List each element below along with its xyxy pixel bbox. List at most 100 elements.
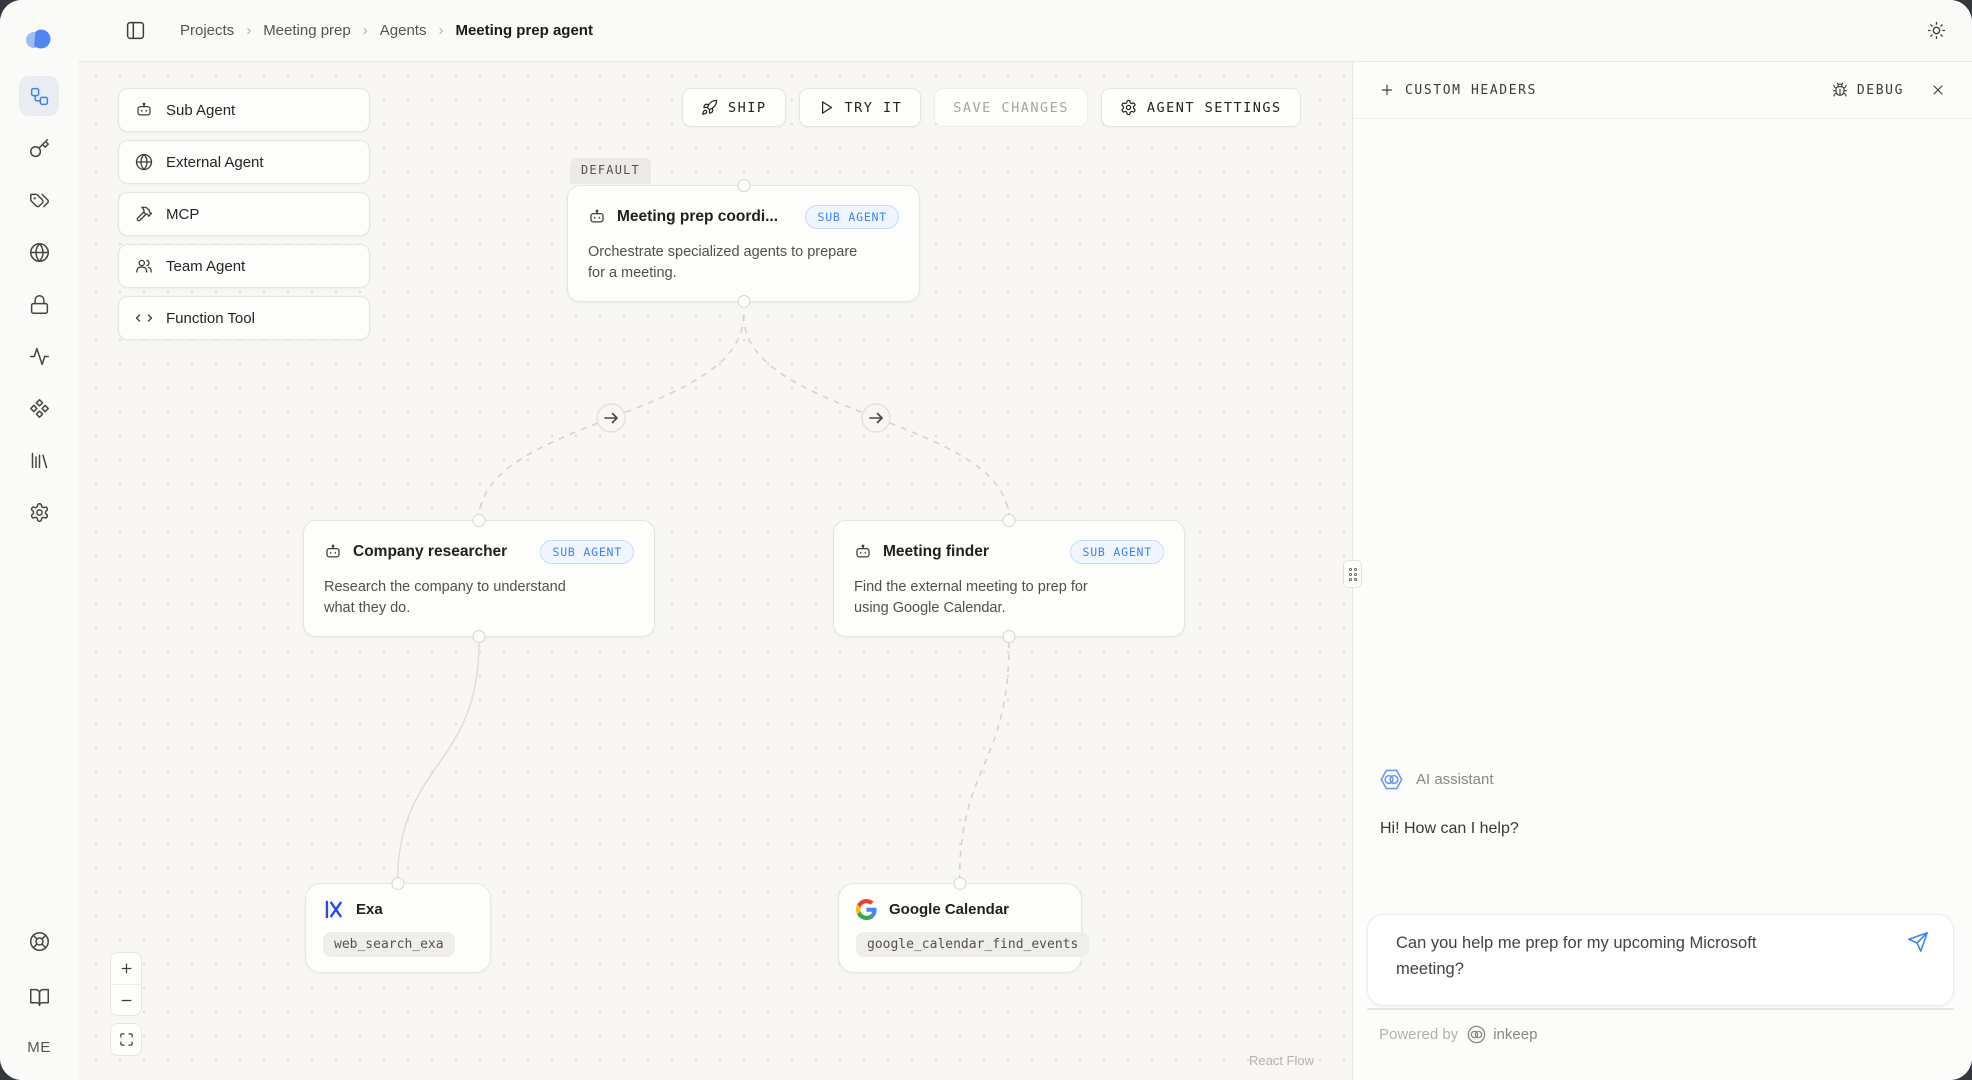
play-icon	[818, 99, 835, 116]
node-palette: Sub Agent External Agent MCP Team Agent …	[118, 88, 370, 340]
rail-item-api-keys[interactable]	[19, 128, 59, 168]
breadcrumb-projects[interactable]: Projects	[180, 22, 234, 39]
node-handle-top[interactable]	[1003, 514, 1016, 527]
users-icon	[135, 257, 153, 275]
palette-item-sub-agent[interactable]: Sub Agent	[118, 88, 370, 132]
icon-rail: ME	[0, 0, 78, 1080]
node-company-researcher[interactable]: Company researcher SUB AGENT Research th…	[303, 520, 655, 637]
panel-resize-handle[interactable]	[1343, 560, 1362, 588]
breadcrumb-current: Meeting prep agent	[455, 22, 593, 39]
library-icon	[29, 450, 50, 471]
node-handle-top[interactable]	[473, 514, 486, 527]
save-changes-button[interactable]: SAVE CHANGES	[934, 88, 1088, 127]
sidebar-toggle-button[interactable]	[125, 20, 146, 41]
close-panel-button[interactable]	[1930, 82, 1946, 98]
node-meeting-prep-coordinator[interactable]: Meeting prep coordi... SUB AGENT Orchest…	[567, 185, 920, 302]
user-avatar[interactable]: ME	[27, 1033, 51, 1062]
component-icon	[29, 398, 50, 419]
tags-icon	[29, 190, 50, 211]
palette-item-external-agent[interactable]: External Agent	[118, 140, 370, 184]
breadcrumb-agents[interactable]: Agents	[380, 22, 427, 39]
exa-logo-icon	[323, 899, 344, 920]
hammer-icon	[135, 205, 153, 223]
node-handle-bottom[interactable]	[737, 295, 750, 308]
maximize-icon	[119, 1032, 134, 1047]
palette-item-team-agent[interactable]: Team Agent	[118, 244, 370, 288]
rail-item-activity[interactable]	[19, 336, 59, 376]
palette-item-label: Team Agent	[166, 258, 245, 275]
node-handle-top[interactable]	[737, 179, 750, 192]
plus-icon	[1379, 82, 1395, 98]
try-it-button[interactable]: TRY IT	[799, 88, 922, 127]
edge-arrow-marker	[597, 404, 625, 432]
custom-headers-button[interactable]: CUSTOM HEADERS	[1379, 82, 1537, 98]
graph-canvas[interactable]: Sub Agent External Agent MCP Team Agent …	[78, 62, 1352, 1080]
rail-item-settings[interactable]	[19, 492, 59, 532]
breadcrumb-project[interactable]: Meeting prep	[263, 22, 351, 39]
debug-button[interactable]: DEBUG	[1832, 82, 1904, 98]
panel-left-icon	[125, 20, 146, 41]
node-meeting-finder[interactable]: Meeting finder SUB AGENT Find the extern…	[833, 520, 1185, 637]
agent-settings-button-label: AGENT SETTINGS	[1147, 100, 1282, 116]
zoom-out-button[interactable]	[111, 984, 141, 1015]
ship-button[interactable]: SHIP	[682, 88, 786, 127]
code-icon	[135, 309, 153, 327]
rail-item-docs[interactable]	[19, 977, 59, 1017]
book-open-icon	[29, 987, 50, 1008]
grip-dots-icon	[1349, 568, 1357, 581]
bot-icon	[588, 208, 606, 226]
minus-icon	[119, 993, 134, 1008]
tool-title: Exa	[356, 901, 383, 918]
powered-by-row[interactable]: Powered by inkeep	[1379, 1024, 1537, 1045]
lock-icon	[29, 294, 50, 315]
inkeep-mark-icon	[1466, 1024, 1487, 1045]
node-title: Meeting finder	[883, 543, 989, 561]
rail-item-external[interactable]	[19, 232, 59, 272]
chat-input-value[interactable]: Can you help me prep for my upcoming Mic…	[1396, 930, 1796, 982]
palette-item-function-tool[interactable]: Function Tool	[118, 296, 370, 340]
rail-item-credentials[interactable]	[19, 284, 59, 324]
node-handle-bottom[interactable]	[473, 630, 486, 643]
node-handle-bottom[interactable]	[1003, 630, 1016, 643]
palette-item-label: Function Tool	[166, 310, 255, 327]
rail-item-help[interactable]	[19, 921, 59, 961]
powered-by-label: Powered by	[1379, 1026, 1458, 1043]
palette-item-label: External Agent	[166, 154, 264, 171]
inkeep-logo[interactable]	[22, 26, 56, 52]
node-description: Research the company to understand what …	[324, 577, 596, 619]
palette-item-mcp[interactable]: MCP	[118, 192, 370, 236]
rail-item-library[interactable]	[19, 440, 59, 480]
theme-toggle-button[interactable]	[1927, 21, 1946, 40]
save-changes-button-label: SAVE CHANGES	[953, 100, 1069, 116]
breadcrumb-separator: ›	[363, 22, 368, 39]
agent-settings-button[interactable]: AGENT SETTINGS	[1101, 88, 1301, 127]
node-exa-tool[interactable]: Exa web_search_exa	[305, 883, 491, 973]
top-header: Projects › Meeting prep › Agents › Meeti…	[78, 0, 1972, 62]
send-icon	[1907, 931, 1929, 953]
node-google-calendar-tool[interactable]: Google Calendar google_calendar_find_eve…	[838, 883, 1082, 973]
rail-item-tags[interactable]	[19, 180, 59, 220]
node-handle-top[interactable]	[392, 877, 405, 890]
fit-view-button[interactable]	[111, 1024, 141, 1055]
globe-icon	[135, 153, 153, 171]
inkeep-assistant-icon	[1379, 767, 1404, 792]
node-handle-top[interactable]	[954, 877, 967, 890]
chat-input[interactable]: Can you help me prep for my upcoming Mic…	[1367, 914, 1954, 1006]
globe-icon	[29, 242, 50, 263]
bug-icon	[1832, 82, 1848, 98]
sub-agent-badge: SUB AGENT	[1070, 540, 1164, 564]
react-flow-attribution[interactable]: React Flow	[1249, 1053, 1314, 1068]
rail-item-components[interactable]	[19, 388, 59, 428]
rail-item-graphs[interactable]	[19, 76, 59, 116]
gear-icon	[1120, 99, 1137, 116]
breadcrumb: Projects › Meeting prep › Agents › Meeti…	[180, 22, 593, 39]
send-button[interactable]	[1907, 931, 1929, 953]
input-divider	[1367, 1008, 1954, 1010]
app-window: ME Projects › Meeting prep › Agents › Me…	[0, 0, 1972, 1080]
zoom-in-button[interactable]	[111, 953, 141, 984]
breadcrumb-separator: ›	[438, 22, 443, 39]
try-it-chat-panel: CUSTOM HEADERS DEBUG AI assistant Hi! Ho…	[1352, 62, 1972, 1080]
node-description: Find the external meeting to prep for us…	[854, 577, 1126, 619]
debug-label: DEBUG	[1857, 83, 1904, 98]
sub-agent-badge: SUB AGENT	[805, 205, 899, 229]
